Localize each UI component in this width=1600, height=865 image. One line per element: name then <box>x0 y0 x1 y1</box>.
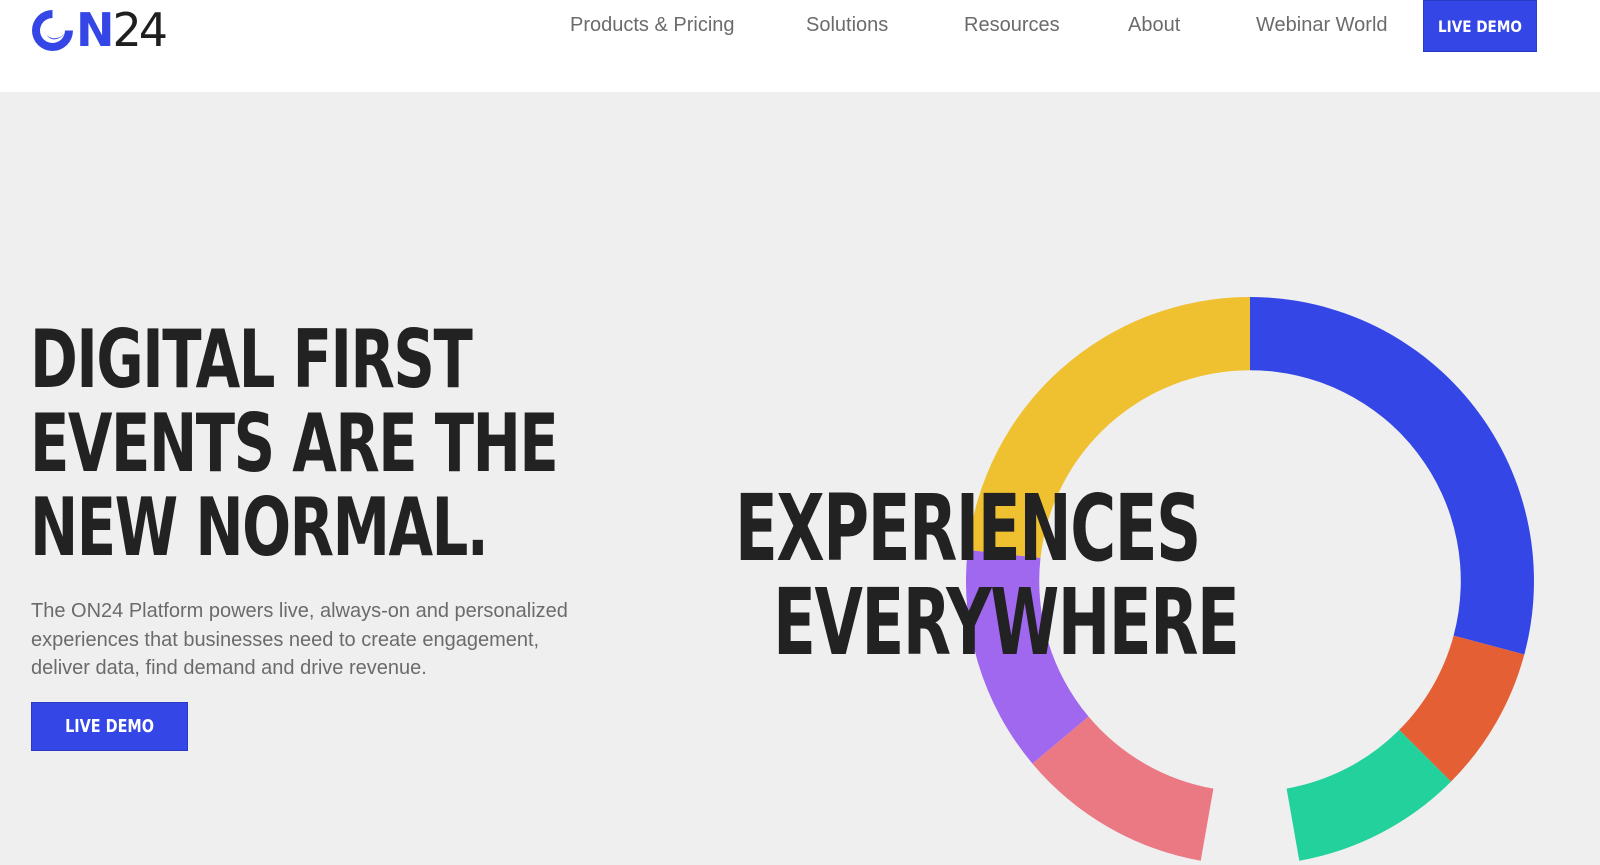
ring-segment-blue <box>1250 297 1534 655</box>
nav-webinar-world[interactable]: Webinar World <box>1256 14 1388 37</box>
hero-title-line: DIGITAL FIRST <box>30 313 473 406</box>
nav-solutions[interactable]: Solutions <box>806 14 888 37</box>
live-demo-button-header[interactable]: LIVE DEMO <box>1423 0 1537 52</box>
experiences-line: EVERYWHERE <box>773 569 1240 676</box>
nav-resources[interactable]: Resources <box>964 14 1060 37</box>
main-nav: Products & Pricing Solutions Resources A… <box>0 0 1600 54</box>
experiences-headline: EXPERIENCES EVERYWHERE <box>735 475 1240 676</box>
nav-products-pricing[interactable]: Products & Pricing <box>570 14 735 37</box>
hero-title: DIGITAL FIRST EVENTS ARE THE NEW NORMAL. <box>30 313 559 574</box>
experiences-line: EXPERIENCES <box>735 475 1201 582</box>
hero-title-line: NEW NORMAL. <box>30 481 489 574</box>
nav-about[interactable]: About <box>1128 14 1180 37</box>
live-demo-button-label: LIVE DEMO <box>1437 16 1522 36</box>
site-header: N 24 Products & Pricing Solutions Resour… <box>0 0 1600 92</box>
live-demo-button-label: LIVE DEMO <box>65 716 154 737</box>
live-demo-button-hero[interactable]: LIVE DEMO <box>31 702 188 751</box>
hero-subtitle: The ON24 Platform powers live, always-on… <box>31 600 568 679</box>
hero-title-line: EVENTS ARE THE <box>30 397 559 490</box>
